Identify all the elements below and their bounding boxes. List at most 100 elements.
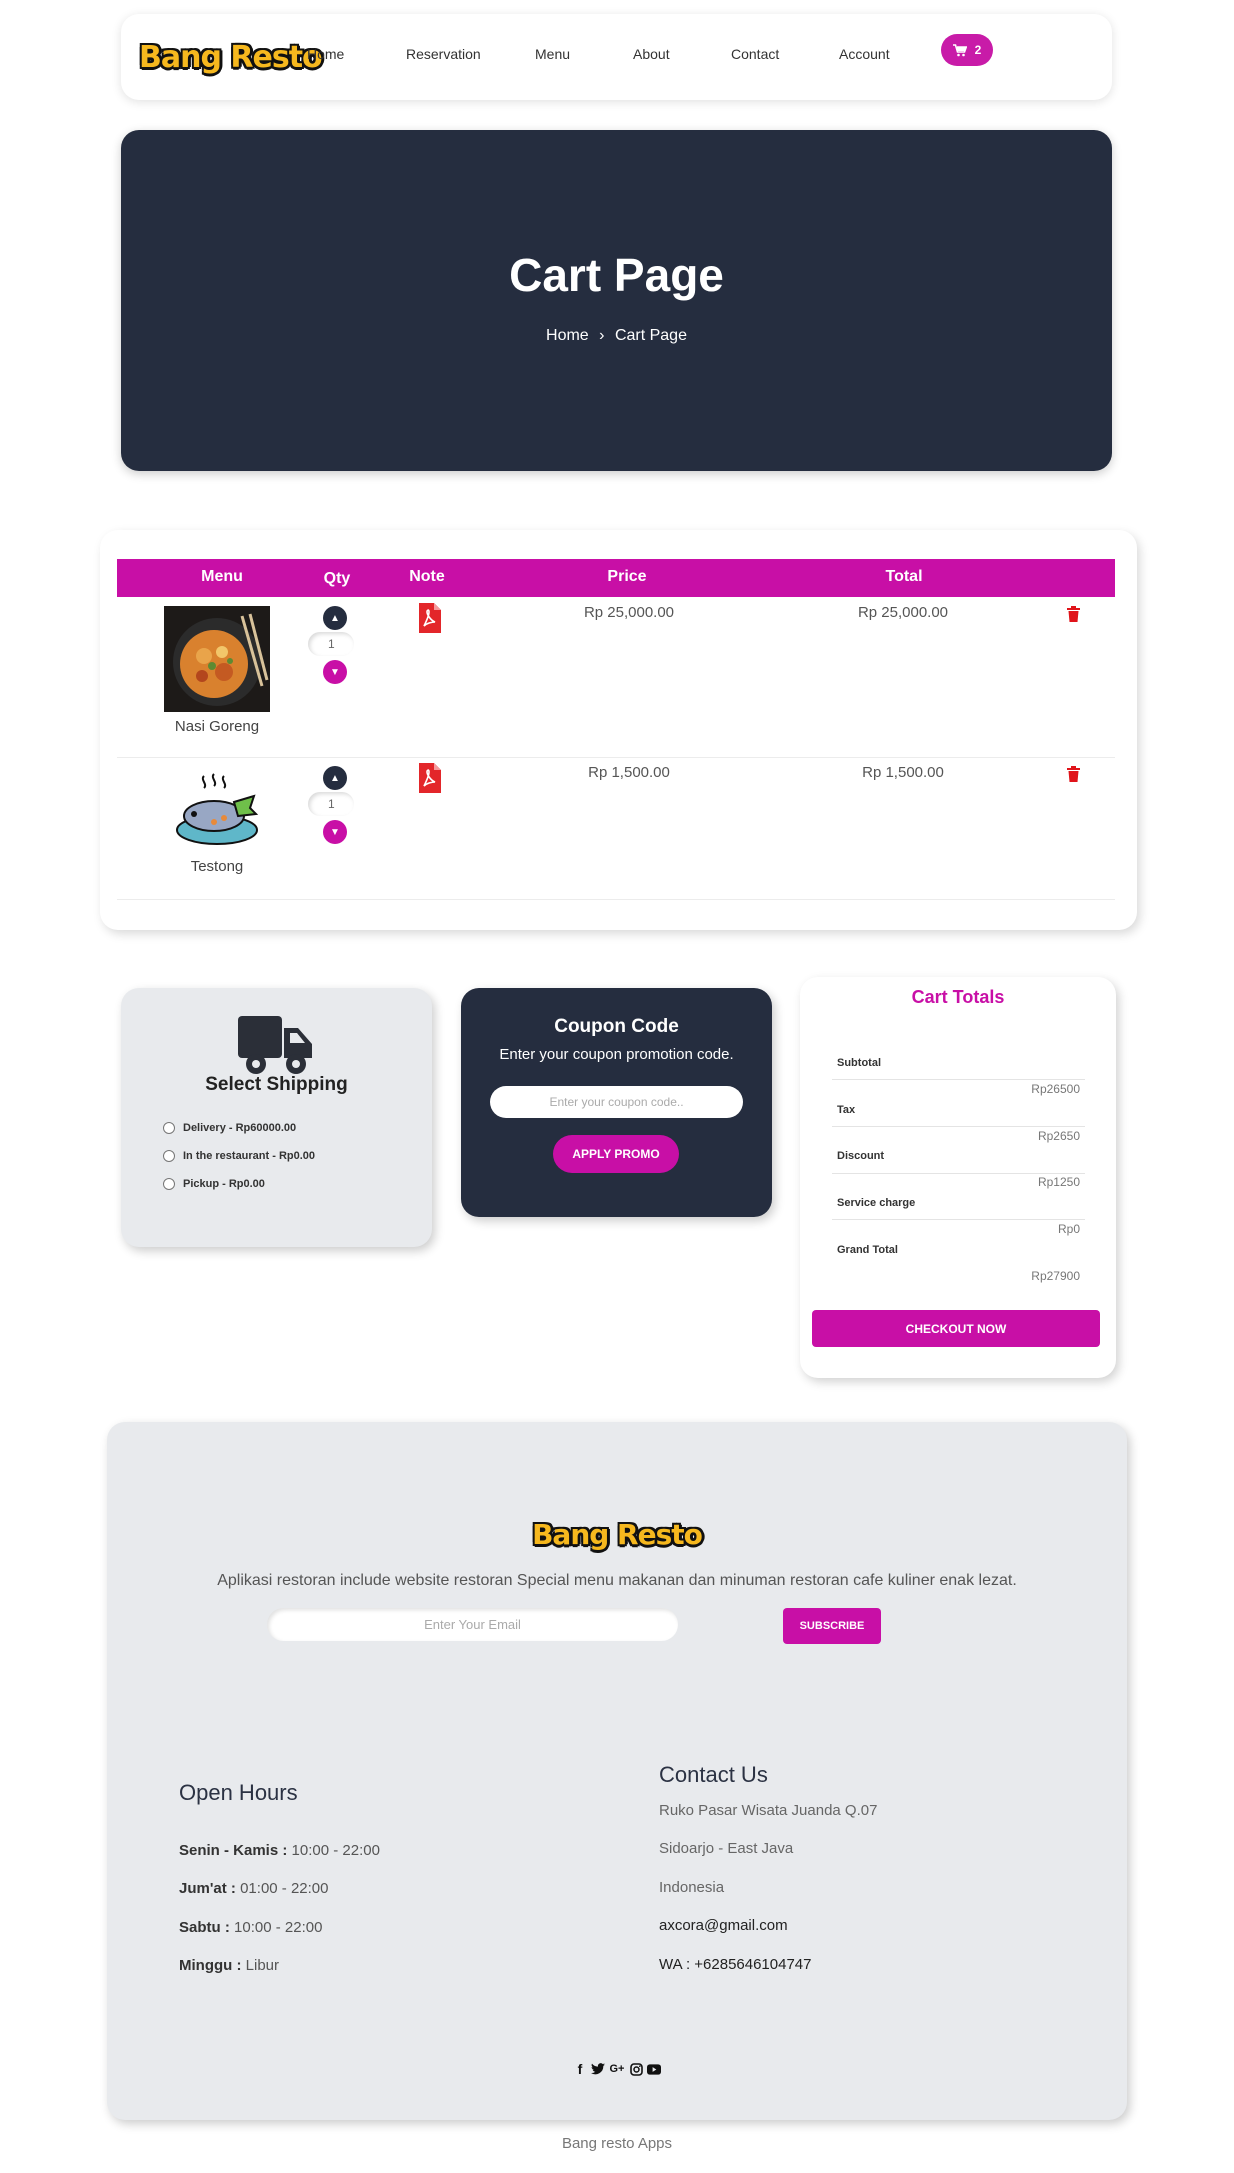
shipping-option-pickup[interactable]: Pickup - Rp0.00 — [163, 1178, 265, 1190]
tax-value: Rp2650 — [1037, 1129, 1080, 1143]
header-qty: Qty — [323, 570, 351, 587]
subtotal-label: Subtotal — [837, 1057, 881, 1069]
checkout-button[interactable]: CHECKOUT NOW — [812, 1310, 1100, 1347]
chevron-up-icon: ▲ — [330, 612, 340, 624]
social-links: f G+ — [107, 2061, 1127, 2077]
instagram-icon[interactable] — [629, 2062, 643, 2076]
header-menu: Menu — [201, 568, 243, 585]
hours-day: Senin - Kamis : — [179, 1842, 288, 1859]
youtube-icon[interactable] — [647, 2062, 661, 2076]
cart-table: Menu Qty Note Price Total Nasi Goreng ▲ … — [100, 530, 1137, 930]
radio-button[interactable] — [163, 1122, 175, 1134]
qty-decrease-button[interactable]: ▼ — [323, 660, 347, 684]
contact-email-link[interactable]: axcora@gmail.com — [659, 1917, 788, 1934]
trash-icon[interactable] — [1067, 766, 1080, 782]
totals-divider — [832, 1173, 1085, 1174]
contact-us-title: Contact Us — [659, 1762, 768, 1787]
nav-account[interactable]: Account — [839, 46, 890, 62]
qty-increase-button[interactable]: ▲ — [323, 766, 347, 790]
radio-button[interactable] — [163, 1150, 175, 1162]
cart-count: 2 — [974, 43, 982, 57]
breadcrumb: Home › Cart Page — [121, 327, 1112, 345]
hours-row: Jum'at : 01:00 - 22:00 — [179, 1880, 329, 1897]
subtotal-value: Rp26500 — [1031, 1082, 1080, 1096]
footer-description: Aplikasi restoran include website restor… — [217, 1572, 1017, 1589]
nasi-goreng-image — [164, 606, 270, 712]
table-header: Menu Qty Note Price Total — [117, 559, 1115, 597]
footer-logo: Bang Resto — [532, 1518, 703, 1551]
apply-promo-button[interactable]: APPLY PROMO — [553, 1135, 679, 1173]
coupon-title: Coupon Code — [554, 1016, 679, 1037]
shipping-title: Select Shipping — [205, 1074, 348, 1095]
chevron-down-icon: ▼ — [330, 666, 340, 678]
nav-home[interactable]: Home — [307, 46, 344, 62]
navbar: Bang Resto Home Reservation Menu About C… — [121, 14, 1112, 100]
shipping-option-restaurant[interactable]: In the restaurant - Rp0.00 — [163, 1150, 315, 1162]
service-charge-label: Service charge — [837, 1197, 916, 1209]
coupon-subtitle: Enter your coupon promotion code. — [499, 1046, 734, 1063]
subscribe-button[interactable]: SUBSCRIBE — [783, 1608, 881, 1644]
hours-day: Minggu : — [179, 1957, 242, 1974]
pdf-note-icon[interactable] — [419, 603, 441, 633]
nav-reservation[interactable]: Reservation — [406, 46, 481, 62]
cart-button[interactable]: 2 — [941, 34, 993, 66]
hours-day: Jum'at : — [179, 1880, 236, 1897]
item-price: Rp 1,500.00 — [588, 764, 670, 781]
nav-menu[interactable]: Menu — [535, 46, 570, 62]
qty-input[interactable]: 1 — [308, 632, 354, 656]
chevron-right-icon: › — [599, 327, 605, 344]
item-total: Rp 1,500.00 — [862, 764, 944, 781]
qty-increase-button[interactable]: ▲ — [323, 606, 347, 630]
item-total: Rp 25,000.00 — [857, 604, 949, 621]
item-name: Testong — [190, 858, 244, 875]
chevron-up-icon: ▲ — [330, 772, 340, 784]
breadcrumb-current: Cart Page — [614, 327, 687, 344]
grand-total-label: Grand Total — [837, 1244, 898, 1256]
contact-whatsapp[interactable]: WA : +6285646104747 — [659, 1956, 812, 1973]
hours-row: Senin - Kamis : 10:00 - 22:00 — [179, 1842, 380, 1859]
chevron-down-icon: ▼ — [330, 826, 340, 838]
truck-icon — [238, 1016, 312, 1074]
totals-divider — [832, 1079, 1085, 1080]
shipping-option-delivery[interactable]: Delivery - Rp60000.00 — [163, 1122, 296, 1134]
qty-input[interactable]: 1 — [308, 792, 354, 816]
coupon-input[interactable]: Enter your coupon code.. — [490, 1086, 743, 1118]
nav-contact[interactable]: Contact — [731, 46, 779, 62]
newsletter-email-input[interactable]: Enter Your Email — [267, 1608, 678, 1641]
google-plus-icon[interactable]: G+ — [609, 2062, 625, 2076]
discount-value: Rp1250 — [1037, 1175, 1080, 1189]
hours-row: Minggu : Libur — [179, 1957, 279, 1974]
hours-row: Sabtu : 10:00 - 22:00 — [179, 1919, 322, 1936]
twitter-icon[interactable] — [591, 2062, 605, 2076]
footer: Bang Resto Aplikasi restoran include web… — [107, 1422, 1127, 2120]
contact-address-line2: Sidoarjo - East Java — [659, 1840, 794, 1857]
shipping-option-label: Delivery - Rp60000.00 — [183, 1122, 297, 1134]
radio-button[interactable] — [163, 1178, 175, 1190]
hours-time: Libur — [241, 1957, 280, 1974]
contact-address-line1: Ruko Pasar Wisata Juanda Q.07 — [659, 1802, 878, 1819]
qty-decrease-button[interactable]: ▼ — [323, 820, 347, 844]
totals-divider — [832, 1219, 1085, 1220]
pdf-note-icon[interactable] — [419, 763, 441, 793]
header-price: Price — [607, 568, 647, 585]
brand-logo[interactable]: Bang Resto — [139, 40, 323, 75]
breadcrumb-home[interactable]: Home — [546, 327, 589, 344]
open-hours-title: Open Hours — [179, 1780, 298, 1805]
row-divider — [117, 757, 1115, 758]
tax-label: Tax — [837, 1104, 856, 1116]
header-note: Note — [409, 568, 445, 585]
hours-time: 01:00 - 22:00 — [235, 1880, 329, 1897]
hours-day: Sabtu : — [179, 1919, 230, 1936]
shipping-card: Select Shipping Delivery - Rp60000.00 In… — [121, 988, 432, 1247]
cart-icon — [952, 43, 967, 56]
totals-divider — [832, 1126, 1085, 1127]
copyright-text: Bang resto Apps — [561, 2135, 673, 2152]
grand-total-value: Rp27900 — [1031, 1269, 1080, 1283]
cart-totals-card: Cart Totals Subtotal Rp26500 Tax Rp2650 … — [800, 977, 1116, 1378]
trash-icon[interactable] — [1067, 606, 1080, 622]
service-charge-value: Rp0 — [1057, 1222, 1080, 1236]
coupon-card: Coupon Code Enter your coupon promotion … — [461, 988, 772, 1217]
testong-image — [176, 773, 259, 845]
nav-about[interactable]: About — [633, 46, 670, 62]
facebook-icon[interactable]: f — [573, 2061, 587, 2077]
